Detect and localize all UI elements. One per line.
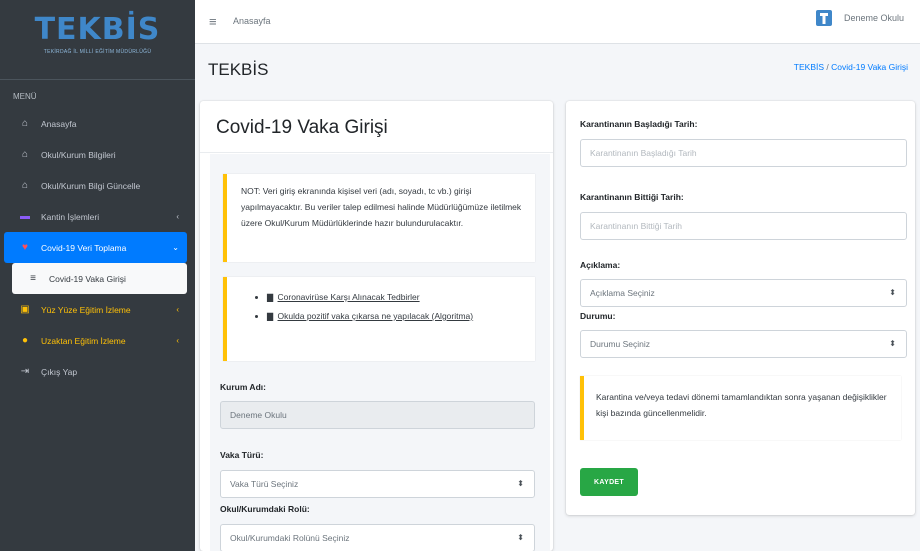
sidebar-item-logout[interactable]: ⇥ Çıkış Yap: [4, 356, 187, 387]
page-title: TEKBİS: [208, 60, 269, 79]
chevron-left-icon: ‹: [176, 305, 179, 314]
user-name: Deneme Okulu: [843, 13, 904, 23]
institution-name-field: Deneme Okulu: [220, 401, 535, 429]
info-note-text: Karantina ve/veya tedavi dönemi tamamlan…: [596, 392, 887, 418]
file-icon: ▇: [267, 312, 274, 321]
sidebar-item-label: Çıkış Yap: [41, 366, 78, 377]
status-label: Durumu:: [580, 311, 616, 321]
sidebar-item-label: Anasayfa: [41, 118, 77, 129]
sidebar-item-distance-education[interactable]: ● Uzaktan Eğitim İzleme ‹: [4, 325, 187, 356]
sidebar-item-face-to-face[interactable]: ▣ Yüz Yüze Eğitim İzleme ‹: [4, 294, 187, 325]
sidebar-item-label: Kantin İşlemleri: [41, 211, 100, 222]
sidebar-item-institution-update[interactable]: ⌂ Okul/Kurum Bilgi Güncelle: [4, 170, 187, 201]
list-item: ▇ Okulda pozitif vaka çıkarsa ne yapılac…: [267, 308, 523, 325]
topbar-home-link[interactable]: Anasayfa: [233, 16, 271, 26]
institution-icon: ⌂: [21, 180, 29, 191]
cart-icon: ▬: [20, 211, 30, 222]
sidebar-item-covid-data[interactable]: ♥ Covid-19 Veri Toplama ⌄: [4, 232, 187, 263]
measures-link[interactable]: Coronavirüse Karşı Alınacak Tedbirler: [278, 292, 420, 302]
role-value: Okul/Kurumdaki Rolünü Seçiniz: [230, 533, 350, 543]
brand-logo: TEKBİS: [34, 12, 161, 47]
chevron-down-icon: ⌄: [172, 243, 179, 252]
case-entry-card: Covid-19 Vaka Girişi NOT: Veri giriş ekr…: [200, 101, 553, 551]
case-type-select[interactable]: Vaka Türü Seçiniz ⬍: [220, 470, 535, 498]
heart-icon: ♥: [22, 242, 28, 253]
info-callout: Karantina ve/veya tedavi dönemi tamamlan…: [580, 376, 901, 440]
sidebar-item-canteen[interactable]: ▬ Kantin İşlemleri ‹: [4, 201, 187, 232]
quarantine-end-label: Karantinanın Bittiği Tarih:: [580, 192, 684, 202]
select-caret-icon: ⬍: [889, 339, 896, 348]
quarantine-start-input[interactable]: Karantinanın Başladığı Tarih: [580, 139, 907, 167]
database-icon: ≡: [30, 273, 36, 284]
users-icon: ●: [21, 335, 29, 346]
description-label: Açıklama:: [580, 260, 621, 270]
list-item: ▇ Coronavirüse Karşı Alınacak Tedbirler: [267, 289, 523, 306]
description-value: Açıklama Seçiniz: [590, 288, 655, 298]
institution-name-label: Kurum Adı:: [220, 382, 266, 392]
sidebar-item-label: Okul/Kurum Bilgileri: [41, 149, 116, 160]
quarantine-start-label: Karantinanın Başladığı Tarih:: [580, 119, 698, 129]
user-logo-icon: [815, 10, 832, 26]
select-caret-icon: ⬍: [517, 533, 524, 542]
topbar: ≡ Anasayfa Deneme Okulu: [195, 0, 920, 44]
status-select[interactable]: Durumu Seçiniz ⬍: [580, 330, 907, 358]
institution-name-value: Deneme Okulu: [230, 410, 287, 420]
sidebar: TEKBİS TEKİRDAĞ İL MİLLİ EĞİTİM MÜDÜRLÜĞ…: [0, 0, 195, 551]
logout-icon: ⇥: [20, 366, 30, 377]
breadcrumb: TEKBİS / Covid-19 Vaka Girişi: [794, 62, 908, 72]
card-title: Covid-19 Vaka Girişi: [200, 101, 553, 153]
privacy-note-text: NOT: Veri giriş ekranında kişisel veri (…: [241, 186, 522, 228]
hamburger-menu-icon[interactable]: ≡: [209, 14, 217, 29]
menu-header: MENÜ: [13, 92, 37, 101]
brand[interactable]: TEKBİS TEKİRDAĞ İL MİLLİ EĞİTİM MÜDÜRLÜĞ…: [0, 0, 195, 80]
quarantine-end-placeholder: Karantinanın Bittiği Tarih: [590, 221, 682, 231]
quarantine-end-input[interactable]: Karantinanın Bittiği Tarih: [580, 212, 907, 240]
sidebar-item-label: Covid-19 Veri Toplama: [41, 242, 127, 253]
role-select[interactable]: Okul/Kurumdaki Rolünü Seçiniz ⬍: [220, 524, 535, 551]
breadcrumb-separator: /: [826, 62, 829, 72]
select-caret-icon: ⬍: [889, 288, 896, 297]
sidebar-item-institution-info[interactable]: ⌂ Okul/Kurum Bilgileri: [4, 139, 187, 170]
file-icon: ▇: [267, 293, 274, 302]
links-callout: ▇ Coronavirüse Karşı Alınacak Tedbirler …: [223, 277, 535, 361]
sidebar-item-label: Yüz Yüze Eğitim İzleme: [41, 304, 131, 315]
sidebar-item-home[interactable]: ⌂ Anasayfa: [4, 108, 187, 139]
case-type-value: Vaka Türü Seçiniz: [230, 479, 299, 489]
chevron-left-icon: ‹: [176, 212, 179, 221]
quarantine-start-placeholder: Karantinanın Başladığı Tarih: [590, 148, 697, 158]
privacy-note-callout: NOT: Veri giriş ekranında kişisel veri (…: [223, 174, 535, 262]
select-caret-icon: ⬍: [517, 479, 524, 488]
sidebar-item-label: Uzaktan Eğitim İzleme: [41, 335, 126, 346]
home-icon: ⌂: [21, 118, 29, 129]
user-menu[interactable]: Deneme Okulu: [814, 8, 904, 28]
brand-subtitle: TEKİRDAĞ İL MİLLİ EĞİTİM MÜDÜRLÜĞÜ: [43, 49, 152, 55]
algorithm-link[interactable]: Okulda pozitif vaka çıkarsa ne yapılacak…: [278, 311, 474, 321]
status-value: Durumu Seçiniz: [590, 339, 650, 349]
breadcrumb-current: Covid-19 Vaka Girişi: [831, 62, 908, 72]
chevron-left-icon: ‹: [176, 336, 179, 345]
save-button[interactable]: KAYDET: [580, 468, 638, 496]
classroom-icon: ▣: [20, 304, 30, 315]
breadcrumb-home[interactable]: TEKBİS: [794, 62, 824, 72]
sidebar-item-label: Covid-19 Vaka Girişi: [49, 273, 126, 284]
role-label: Okul/Kurumdaki Rolü:: [220, 504, 310, 514]
links-list: ▇ Coronavirüse Karşı Alınacak Tedbirler …: [267, 289, 523, 325]
sidebar-item-label: Okul/Kurum Bilgi Güncelle: [41, 180, 141, 191]
card-body: NOT: Veri giriş ekranında kişisel veri (…: [210, 154, 550, 551]
sidebar-item-covid-case-entry[interactable]: ≡ Covid-19 Vaka Girişi: [12, 263, 187, 294]
quarantine-card: Karantinanın Başladığı Tarih: Karantinan…: [566, 101, 915, 515]
case-type-label: Vaka Türü:: [220, 450, 264, 460]
institution-icon: ⌂: [21, 149, 29, 160]
description-select[interactable]: Açıklama Seçiniz ⬍: [580, 279, 907, 307]
